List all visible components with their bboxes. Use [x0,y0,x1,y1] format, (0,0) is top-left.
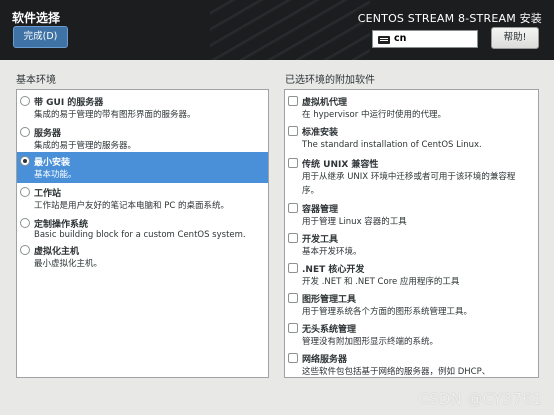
env-name: 带 GUI 的服务器 [34,98,104,108]
env-item-server-gui[interactable]: 带 GUI 的服务器 集成的易于管理的带有图形界面的服务器。 [17,92,268,123]
done-button[interactable]: 完成(D) [13,26,68,48]
addon-item-standard[interactable]: 标准安装 The standard installation of CentOS… [285,122,538,152]
env-name: 最小安装 [34,158,71,168]
help-button[interactable]: 帮助! [491,27,539,49]
product-title: CENTOS STREAM 8-STREAM 安装 [357,12,542,25]
addon-desc: 基本开发环境。 [302,247,362,257]
radio-button[interactable] [20,96,30,106]
env-desc: 最小虚拟化主机。 [34,259,103,269]
checkbox[interactable] [288,233,298,243]
keyboard-layout-label: cn [394,33,407,44]
checkbox[interactable] [288,353,298,363]
addon-desc: 这些软件包包括基于网络的服务器，例如 DHCP、 [302,367,491,377]
env-desc: Basic building block for a custom CentOS… [34,230,246,240]
keyboard-icon [378,36,390,44]
addon-item-development-tools[interactable]: 开发工具 基本开发环境。 [285,229,538,259]
checkbox[interactable] [288,96,298,106]
addon-item-network-servers[interactable]: 网络服务器 这些软件包包括基于网络的服务器，例如 DHCP、 [285,349,538,377]
addon-name: 虚拟机代理 [302,98,348,108]
env-desc: 集成的易于管理的服务器。 [34,141,137,151]
env-desc: 基本功能。 [34,170,77,180]
env-name: 工作站 [34,189,62,199]
checkbox[interactable] [288,293,298,303]
checkbox[interactable] [288,323,298,333]
addon-item-container-management[interactable]: 容器管理 用于管理 Linux 容器的工具 [285,199,538,229]
checkbox[interactable] [288,158,298,168]
header-bar: 软件选择 完成(D) CENTOS STREAM 8-STREAM 安装 cn … [0,0,554,60]
addon-name: 开发工具 [302,235,339,245]
addon-name: 无头系统管理 [302,325,357,335]
env-item-workstation[interactable]: 工作站 工作站是用户友好的笔记本电脑和 PC 的桌面系统。 [17,183,268,214]
base-env-list: 带 GUI 的服务器 集成的易于管理的带有图形界面的服务器。 服务器 集成的易于… [16,89,269,378]
addon-desc: 用于从继承 UNIX 环境中迁移或者可用于该环境的兼容程序。 [302,172,516,196]
radio-button[interactable] [20,187,30,197]
addon-item-graphical-admin-tools[interactable]: 图形管理工具 用于管理系统各个方面的图形系统管理工具。 [285,289,538,319]
addon-item-legacy-unix[interactable]: 传统 UNIX 兼容性 用于从继承 UNIX 环境中迁移或者可用于该环境的兼容程… [285,154,538,198]
header-decoration [210,0,370,60]
addon-desc: The standard installation of CentOS Linu… [302,140,482,150]
env-name: 服务器 [34,129,62,139]
env-item-virtualization-host[interactable]: 虚拟化主机 最小虚拟化主机。 [17,241,268,272]
addons-heading: 已选环境的附加软件 [285,75,375,86]
page-title: 软件选择 [12,11,61,25]
addon-name: 传统 UNIX 兼容性 [302,160,379,170]
radio-button[interactable] [20,245,30,255]
addon-item-guest-agents[interactable]: 虚拟机代理 在 hypervisor 中运行时使用的代理。 [285,92,538,122]
env-name: 定制操作系统 [34,220,89,230]
env-item-server[interactable]: 服务器 集成的易于管理的服务器。 [17,123,268,154]
addon-item-headless-management[interactable]: 无头系统管理 管理没有附加图形显示终端的系统。 [285,319,538,349]
watermark: CSDN @CY3761 [418,390,542,408]
addon-item-dotnet-core[interactable]: .NET 核心开发 开发 .NET 和 .NET Core 应用程序的工具 [285,259,538,289]
env-name: 虚拟化主机 [34,247,80,257]
radio-button-checked[interactable] [20,156,30,166]
keyboard-layout-indicator[interactable]: cn [372,30,478,48]
addon-name: 网络服务器 [302,355,348,365]
addon-name: 图形管理工具 [302,295,357,305]
base-env-heading: 基本环境 [16,75,56,86]
addon-name: 容器管理 [302,205,339,215]
radio-button[interactable] [20,127,30,137]
addon-name: .NET 核心开发 [302,265,365,275]
checkbox[interactable] [288,203,298,213]
addon-desc: 用于管理 Linux 容器的工具 [302,217,407,227]
checkbox[interactable] [288,126,298,136]
env-desc: 工作站是用户友好的笔记本电脑和 PC 的桌面系统。 [34,201,229,211]
radio-button[interactable] [20,218,30,228]
checkbox[interactable] [288,263,298,273]
addon-name: 标准安装 [302,128,339,138]
addon-desc: 在 hypervisor 中运行时使用的代理。 [302,110,446,120]
addon-desc: 开发 .NET 和 .NET Core 应用程序的工具 [302,277,460,287]
env-desc: 集成的易于管理的带有图形界面的服务器。 [34,110,196,120]
env-item-minimal[interactable]: 最小安装 基本功能。 [17,152,268,183]
addon-desc: 管理没有附加图形显示终端的系统。 [302,337,439,347]
addons-list: 虚拟机代理 在 hypervisor 中运行时使用的代理。 标准安装 The s… [284,89,539,378]
addon-desc: 用于管理系统各个方面的图形系统管理工具。 [302,307,473,317]
